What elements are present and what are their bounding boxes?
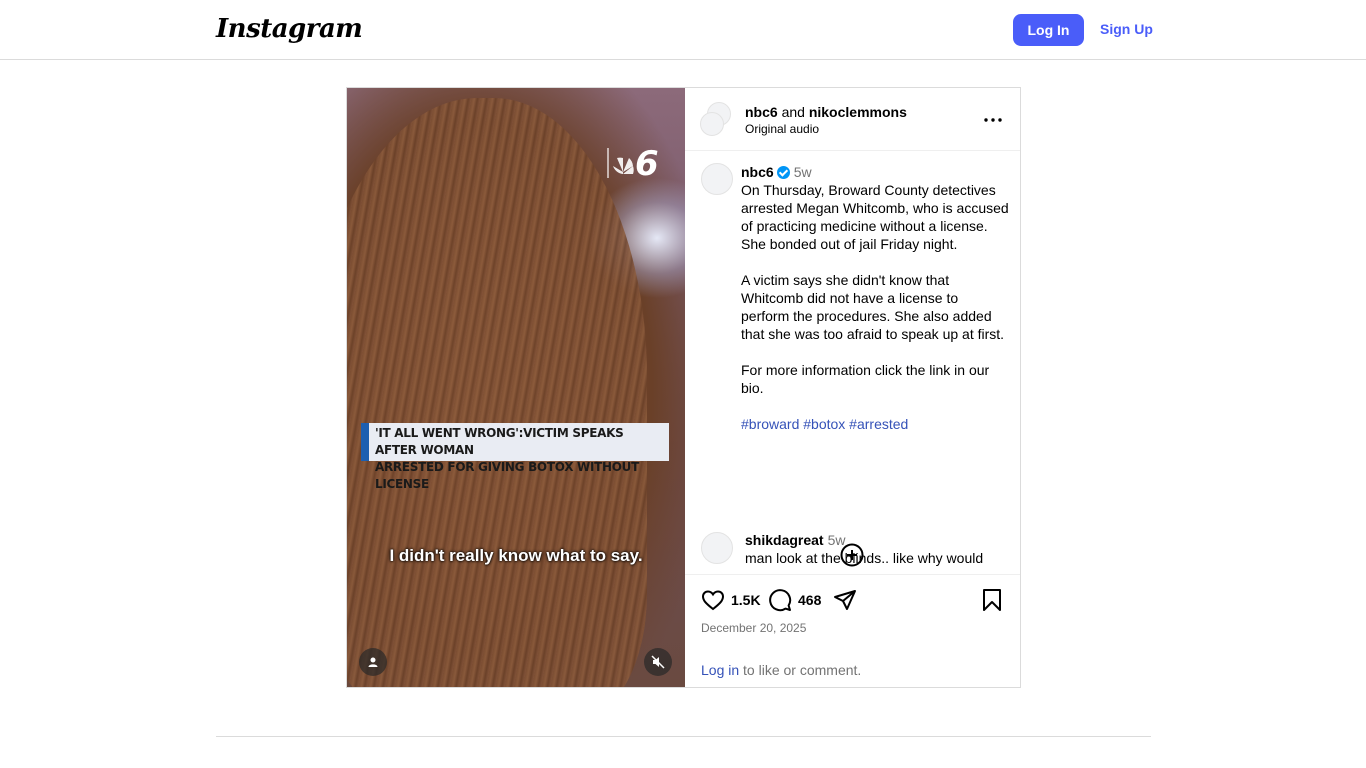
- nbc6-logo-icon: 6: [613, 144, 659, 180]
- comment-icon[interactable]: [768, 588, 792, 612]
- like-group: 1.5K: [701, 587, 761, 613]
- comments-list[interactable]: nbc6 5w On Thursday, Broward County detec…: [685, 152, 1020, 574]
- tagged-people-button[interactable]: [359, 648, 387, 676]
- post-actions: 1.5K 468 December 20, 2025 Log in to lik…: [685, 574, 1020, 687]
- chyron-line-1: 'IT ALL WENT WRONG':VICTIM SPEAKS AFTER …: [375, 426, 624, 457]
- chyron-line-2: ARRESTED FOR GIVING BOTOX WITHOUT LICENS…: [375, 460, 639, 491]
- avatar[interactable]: [701, 163, 733, 195]
- login-prompt: Log in to like or comment.: [701, 662, 861, 678]
- video-player[interactable]: 6 'IT ALL WENT WRONG':VICTIM SPEAKS AFTE…: [347, 88, 685, 687]
- hashtags[interactable]: #broward #botox #arrested: [741, 415, 1009, 433]
- login-prompt-text: to like or comment.: [739, 662, 862, 678]
- avatar[interactable]: [700, 112, 724, 136]
- caption-paragraph: A victim says she didn't know that Whitc…: [741, 272, 1005, 342]
- top-navigation: Instagram Log In Sign Up: [0, 0, 1366, 60]
- caption-username[interactable]: nbc6: [741, 164, 774, 180]
- post-card: 6 'IT ALL WENT WRONG':VICTIM SPEAKS AFTE…: [346, 87, 1021, 688]
- post-caption: nbc6 5w On Thursday, Broward County detec…: [741, 163, 1009, 433]
- footer-divider: [216, 736, 1151, 737]
- instagram-logo[interactable]: Instagram: [216, 14, 363, 44]
- comment-item: shikdagreat 5w man look at the blinds.. l…: [745, 531, 1013, 567]
- post-authors: nbc6 and nikoclemmons: [745, 103, 907, 121]
- comments-count[interactable]: 468: [798, 592, 821, 608]
- audio-link[interactable]: Original audio: [745, 122, 819, 136]
- comment-time: 5w: [827, 532, 846, 548]
- author-link[interactable]: nikoclemmons: [809, 104, 907, 120]
- video-subtitle: I didn't really know what to say.: [389, 546, 643, 565]
- more-options-button[interactable]: [981, 110, 1005, 130]
- post-date: December 20, 2025: [701, 621, 807, 635]
- avatar[interactable]: [701, 532, 733, 564]
- news-chyron: 'IT ALL WENT WRONG':VICTIM SPEAKS AFTER …: [361, 423, 669, 491]
- login-button[interactable]: Log In: [1013, 14, 1084, 46]
- caption-paragraph: For more information click the link in o…: [741, 362, 990, 396]
- caption-time: 5w: [793, 164, 812, 180]
- login-link[interactable]: Log in: [701, 662, 739, 678]
- mute-button[interactable]: [644, 648, 672, 676]
- more-icon: [984, 118, 1002, 122]
- svg-text:6: 6: [635, 144, 659, 180]
- comment-text: man look at the blinds.. like why would: [745, 550, 984, 566]
- caption-paragraph: On Thursday, Broward County detectives a…: [741, 182, 1009, 252]
- person-icon: [368, 657, 378, 667]
- verified-badge-icon: [776, 166, 790, 179]
- comment-username[interactable]: shikdagreat: [745, 532, 824, 548]
- comment-group: 468: [768, 587, 821, 613]
- speaker-muted-icon: [651, 655, 665, 669]
- share-icon[interactable]: [833, 588, 857, 612]
- bookmark-icon[interactable]: [980, 588, 1004, 612]
- and-text: and: [781, 104, 805, 120]
- post-header: nbc6 and nikoclemmons Original audio: [685, 88, 1020, 151]
- video-frame: [347, 98, 647, 687]
- likes-count[interactable]: 1.5K: [731, 592, 761, 608]
- heart-icon[interactable]: [701, 588, 725, 612]
- signup-link[interactable]: Sign Up: [1100, 21, 1153, 37]
- author-link[interactable]: nbc6: [745, 104, 778, 120]
- post-details-panel: nbc6 and nikoclemmons Original audio nbc…: [685, 88, 1020, 687]
